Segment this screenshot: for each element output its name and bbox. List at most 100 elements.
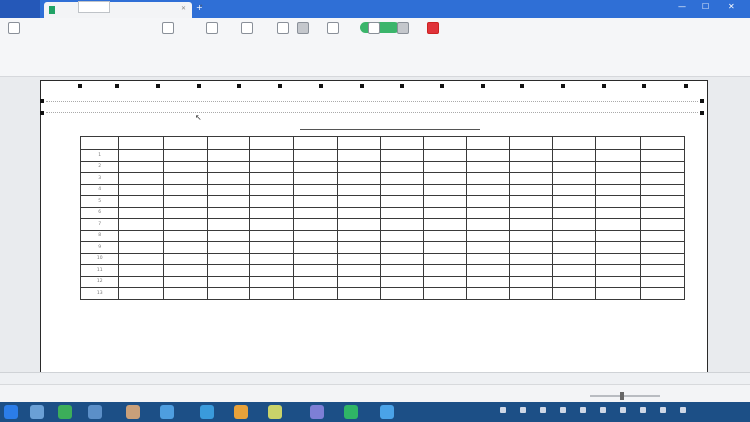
table-cell[interactable]: [336, 275, 382, 288]
table-cell[interactable]: [423, 218, 467, 231]
table-cell[interactable]: [595, 218, 642, 231]
column-header[interactable]: [508, 136, 554, 150]
table-cell[interactable]: [465, 264, 510, 277]
row-number-cell[interactable]: 4: [79, 183, 120, 196]
table-cell[interactable]: [207, 172, 250, 185]
table-cell[interactable]: [423, 252, 467, 265]
table-cell[interactable]: [336, 160, 382, 173]
column-header[interactable]: [163, 136, 209, 150]
table-cell[interactable]: [163, 229, 209, 242]
table-cell[interactable]: [163, 287, 209, 300]
taskbar-app-icon[interactable]: [88, 405, 102, 419]
table-cell[interactable]: [465, 218, 510, 231]
table-cell[interactable]: [118, 195, 165, 208]
column-handle[interactable]: [78, 84, 82, 88]
table-cell[interactable]: [207, 275, 250, 288]
table-cell[interactable]: [423, 206, 467, 219]
table-cell[interactable]: [423, 229, 467, 242]
table-cell[interactable]: [552, 275, 597, 288]
table-cell[interactable]: [640, 241, 685, 254]
taskbar-app-icon[interactable]: [126, 405, 140, 419]
table-cell[interactable]: [380, 149, 425, 162]
table-cell[interactable]: [118, 229, 165, 242]
table-cell[interactable]: [508, 218, 554, 231]
column-handle[interactable]: [360, 84, 364, 88]
table-cell[interactable]: [552, 252, 597, 265]
tray-icon[interactable]: [580, 407, 586, 413]
sheet-tab-1[interactable]: [78, 1, 110, 13]
table-cell[interactable]: [292, 264, 338, 277]
table-cell[interactable]: [552, 218, 597, 231]
table-cell[interactable]: [248, 229, 294, 242]
table-cell[interactable]: [423, 172, 467, 185]
table-cell[interactable]: [552, 287, 597, 300]
table-cell[interactable]: [292, 172, 338, 185]
table-cell[interactable]: [552, 149, 597, 162]
table-cell[interactable]: [380, 287, 425, 300]
table-cell[interactable]: [163, 252, 209, 265]
column-handle[interactable]: [561, 84, 565, 88]
table-cell[interactable]: [595, 229, 642, 242]
table-cell[interactable]: [292, 195, 338, 208]
column-handle[interactable]: [400, 84, 404, 88]
table-cell[interactable]: [118, 218, 165, 231]
table-cell[interactable]: [336, 229, 382, 242]
table-cell[interactable]: [336, 287, 382, 300]
tray-icon[interactable]: [620, 407, 626, 413]
row-number-cell[interactable]: 11: [79, 264, 120, 277]
table-cell[interactable]: [118, 183, 165, 196]
tray-icon[interactable]: [560, 407, 566, 413]
column-header[interactable]: [465, 136, 510, 150]
row-number-cell[interactable]: 12: [79, 275, 120, 288]
table-cell[interactable]: [640, 229, 685, 242]
column-handle[interactable]: [278, 84, 282, 88]
table-cell[interactable]: [380, 195, 425, 208]
table-cell[interactable]: [292, 229, 338, 242]
table-cell[interactable]: [465, 160, 510, 173]
taskbar-app-icon[interactable]: [268, 405, 282, 419]
table-cell[interactable]: [336, 264, 382, 277]
column-header[interactable]: [336, 136, 382, 150]
table-cell[interactable]: [248, 172, 294, 185]
table-cell[interactable]: [292, 252, 338, 265]
table-cell[interactable]: [118, 149, 165, 162]
column-header[interactable]: [552, 136, 597, 150]
table-cell[interactable]: [118, 264, 165, 277]
start-icon[interactable]: [4, 405, 18, 419]
zoom-slider-knob[interactable]: [620, 392, 624, 400]
table-cell[interactable]: [465, 229, 510, 242]
table-cell[interactable]: [380, 183, 425, 196]
add-sheet-button[interactable]: +: [196, 1, 206, 11]
table-cell[interactable]: [163, 218, 209, 231]
table-cell[interactable]: [640, 160, 685, 173]
minimize-button[interactable]: —: [678, 2, 686, 11]
table-cell[interactable]: [640, 183, 685, 196]
table-cell[interactable]: [508, 195, 554, 208]
table-cell[interactable]: [465, 172, 510, 185]
print-area-button[interactable]: [236, 22, 258, 38]
table-cell[interactable]: [207, 241, 250, 254]
tray-icon[interactable]: [540, 407, 546, 413]
table-cell[interactable]: [380, 206, 425, 219]
table-cell[interactable]: [248, 206, 294, 219]
table-cell[interactable]: [118, 206, 165, 219]
table-cell[interactable]: [595, 183, 642, 196]
tray-icon[interactable]: [520, 407, 526, 413]
column-header[interactable]: [640, 136, 685, 150]
table-cell[interactable]: [640, 172, 685, 185]
table-cell[interactable]: [207, 264, 250, 277]
table-cell[interactable]: [207, 160, 250, 173]
table-cell[interactable]: [423, 241, 467, 254]
header-footer-button[interactable]: [272, 22, 294, 38]
column-handle[interactable]: [115, 84, 119, 88]
column-header[interactable]: [207, 136, 250, 150]
table-cell[interactable]: [640, 149, 685, 162]
orientation-button[interactable]: [201, 22, 223, 38]
table-cell[interactable]: [595, 172, 642, 185]
table-cell[interactable]: [163, 160, 209, 173]
column-header[interactable]: [79, 136, 120, 150]
table-cell[interactable]: [508, 183, 554, 196]
table-cell[interactable]: [423, 275, 467, 288]
row-number-cell[interactable]: 8: [79, 229, 120, 242]
table-cell[interactable]: [163, 149, 209, 162]
